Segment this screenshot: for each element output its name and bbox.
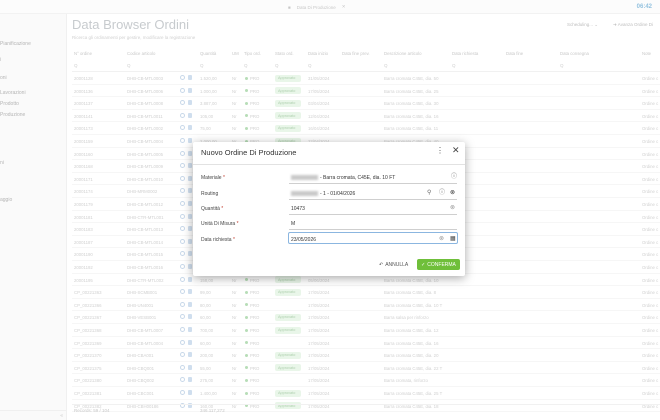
undo-icon: ↶ xyxy=(379,261,384,268)
cancel-label: ANNULLA xyxy=(385,261,409,268)
calendar-icon[interactable]: ▦ xyxy=(450,236,456,242)
confirm-button[interactable]: ✓ CONFERMA xyxy=(417,259,460,270)
um-field[interactable]: M xyxy=(291,221,295,227)
info-icon[interactable]: ⓘ xyxy=(451,174,457,180)
info-icon[interactable]: ⓘ xyxy=(439,190,445,196)
clear-icon[interactable]: ⊗ xyxy=(439,236,444,242)
redacted-code xyxy=(291,191,318,197)
materiale-underline xyxy=(289,183,457,184)
um-underline xyxy=(289,229,457,230)
materiale-field[interactable]: - Barra cromata, C45E, dia. 10 FT xyxy=(291,175,395,181)
clear-icon[interactable]: ⊗ xyxy=(450,205,455,211)
cancel-button[interactable]: ↶ ANNULLA xyxy=(374,259,413,270)
dialog-title: Nuovo Ordine Di Produzione xyxy=(201,148,297,157)
clear-icon[interactable]: ⊗ xyxy=(450,190,455,196)
routing-underline xyxy=(289,199,457,200)
um-label: Unità Di Misura * xyxy=(201,221,239,227)
close-icon[interactable]: ✕ xyxy=(452,146,460,155)
dialog-divider xyxy=(193,164,465,165)
check-icon: ✓ xyxy=(421,261,426,268)
quantita-field[interactable]: 10473 xyxy=(291,206,305,212)
new-production-order-dialog: Nuovo Ordine Di Produzione ⋮ ✕ Materiale… xyxy=(193,142,465,276)
search-icon[interactable]: ⚲ xyxy=(427,190,431,196)
confirm-label: CONFERMA xyxy=(427,261,456,268)
data-richiesta-label: Data richiesta * xyxy=(201,237,235,243)
materiale-label: Materiale * xyxy=(201,175,225,181)
redacted-code xyxy=(291,175,318,181)
more-options-icon[interactable]: ⋮ xyxy=(436,147,444,155)
routing-label: Routing xyxy=(201,191,219,197)
quantita-underline xyxy=(289,214,457,215)
routing-field[interactable]: - 1 - 01/04/2026 xyxy=(291,191,355,197)
quantita-label: Quantità * xyxy=(201,206,224,212)
data-richiesta-value: 23/05/2026 xyxy=(291,237,317,243)
